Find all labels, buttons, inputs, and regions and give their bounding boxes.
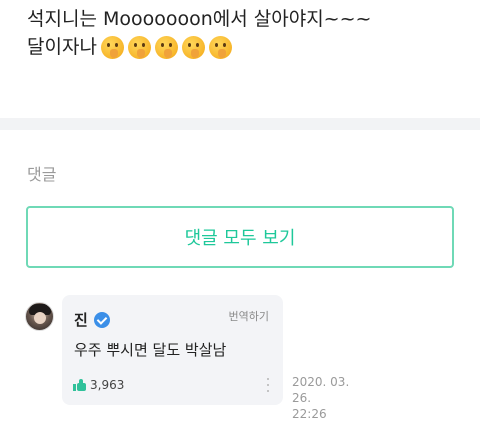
comment-author-name[interactable]: 진: [74, 309, 88, 330]
comments-section: 댓글 댓글 모두 보기 진 번역하기 우주 뿌시면 달도 박살남 3,963 2…: [0, 130, 480, 421]
shushing-face-icon: [208, 35, 232, 59]
view-all-comments-button[interactable]: 댓글 모두 보기: [26, 206, 454, 268]
emoji-row: [100, 35, 232, 59]
thumbs-up-icon: [73, 379, 86, 391]
post-text-line-2-text: 달이자나: [27, 36, 97, 58]
comment-timestamp: 2020. 03. 26. 22:26: [292, 374, 372, 422]
post-text-line-1: 석지니는 Mooooooon에서 살아야지~~~: [27, 8, 372, 30]
translate-button[interactable]: 번역하기: [229, 308, 269, 324]
shushing-face-icon: [181, 35, 205, 59]
post-body: 석지니는 Mooooooon에서 살아야지~~~ 달이자나: [0, 0, 480, 118]
post-text-line-2: 달이자나: [27, 34, 232, 60]
comment-text: 우주 뿌시면 달도 박살남: [74, 341, 227, 359]
more-options-icon[interactable]: [265, 378, 271, 392]
comment-author-row: 진: [74, 309, 110, 330]
avatar[interactable]: [25, 302, 54, 331]
shushing-face-icon: [154, 35, 178, 59]
shushing-face-icon: [127, 35, 151, 59]
verified-badge-icon: [93, 311, 110, 328]
comment-date: 2020. 03. 26.: [292, 375, 350, 405]
shushing-face-icon: [100, 35, 124, 59]
comments-section-label: 댓글: [27, 165, 57, 184]
section-divider: [0, 118, 480, 130]
like-count: 3,963: [90, 378, 125, 392]
comment-card: 진 번역하기 우주 뿌시면 달도 박살남 3,963: [62, 295, 283, 405]
comment-time: 22:26: [292, 407, 327, 421]
like-button[interactable]: 3,963: [73, 378, 124, 392]
